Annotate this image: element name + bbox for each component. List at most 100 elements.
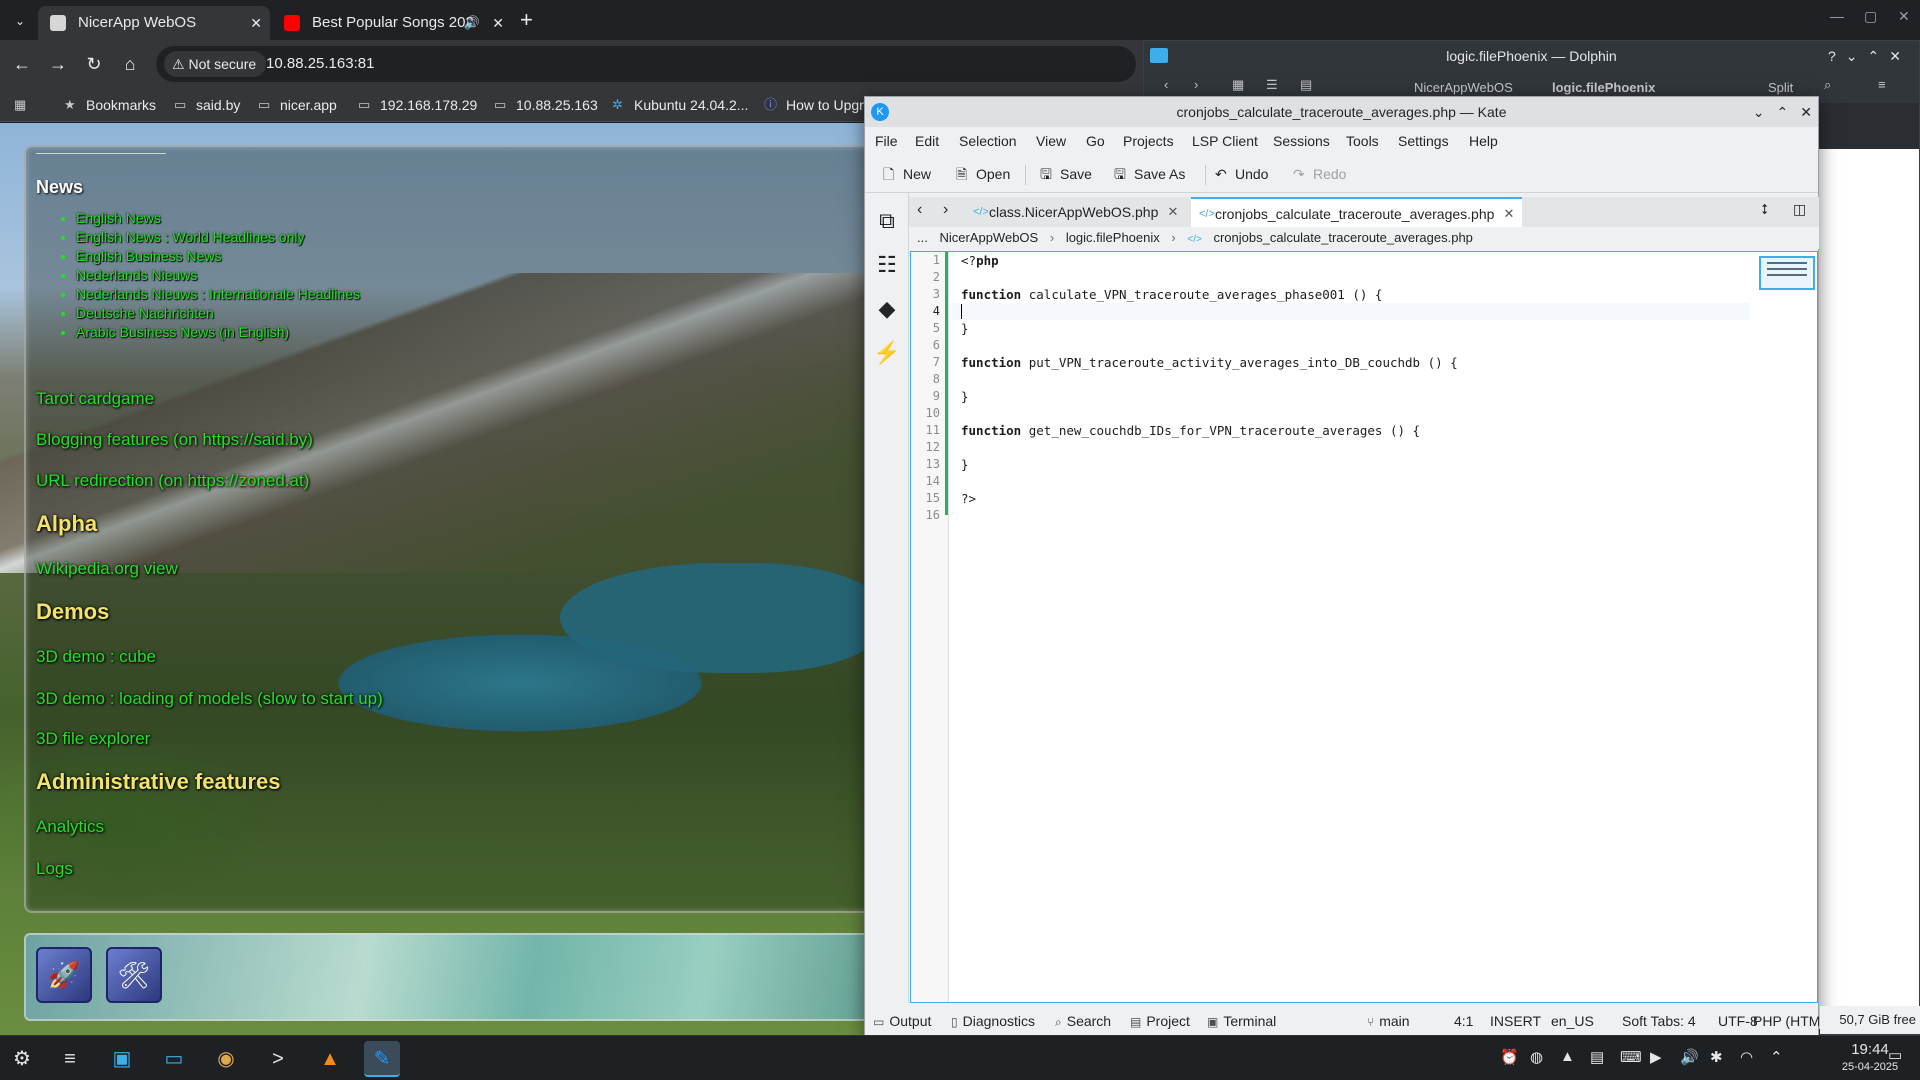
rocket-icon[interactable]: 🚀 [36, 947, 92, 1003]
home-icon[interactable]: ⌂ [118, 52, 142, 76]
menu-tools[interactable]: Tools [1346, 127, 1379, 155]
open-button[interactable]: 🗎 Open [956, 163, 1010, 185]
breadcrumb-nicerappwebos[interactable]: NicerAppWebOS [1414, 80, 1513, 95]
logs-link[interactable]: Logs [36, 859, 73, 879]
tab-class-nicerappwebos[interactable]: </> class.NicerAppWebOS.php ✕ [965, 197, 1186, 227]
save-button[interactable]: 🖫 Save [1040, 163, 1092, 185]
new-tab-button[interactable]: + [520, 8, 533, 32]
demo-cube-link[interactable]: 3D demo : cube [36, 647, 156, 667]
symbols-list-icon[interactable]: ☷ [873, 251, 901, 279]
vpn-icon[interactable]: ◍ [1530, 1048, 1543, 1066]
updates-icon[interactable]: ▲ [1560, 1048, 1575, 1065]
menu-file[interactable]: File [875, 127, 898, 155]
minimize-icon[interactable]: ⌄ [1753, 104, 1765, 120]
tray-expand-icon[interactable]: ⌃ [1770, 1048, 1783, 1066]
bookmark-said-by[interactable]: ▭ said.by [174, 88, 240, 122]
git-icon[interactable]: ◆ [873, 295, 901, 323]
reload-icon[interactable]: ↻ [82, 52, 106, 76]
news-link[interactable]: English News [76, 209, 360, 228]
documents-icon[interactable]: ⧉ [873, 207, 901, 235]
news-link[interactable]: English News : World Headlines only [76, 228, 360, 247]
split-button[interactable]: Split [1768, 80, 1793, 95]
search-button[interactable]: ⌕ Search [1055, 1007, 1111, 1036]
kate-taskbar-icon[interactable]: ✎ [364, 1041, 400, 1077]
news-link[interactable]: English Business News [76, 247, 360, 266]
tab-next-icon[interactable]: › [943, 201, 948, 219]
bookmark-kubuntu[interactable]: ✲ Kubuntu 24.04.2... [612, 88, 748, 122]
code-line[interactable]: function put_VPN_traceroute_activity_ave… [961, 354, 1458, 371]
bookmark-10-88[interactable]: ▭ 10.88.25.163 [494, 88, 598, 122]
close-window-icon[interactable]: ✕ [1898, 8, 1910, 25]
wikipedia-link[interactable]: Wikipedia.org view [36, 559, 178, 579]
tab-nicerapp[interactable]: NicerApp WebOS ✕ [38, 6, 270, 40]
wifi-icon[interactable]: ◠ [1740, 1048, 1753, 1066]
code-line[interactable]: } [961, 456, 969, 473]
breadcrumb-file[interactable]: cronjobs_calculate_traceroute_averages.p… [1213, 230, 1472, 245]
close-icon[interactable]: ✕ [1167, 197, 1178, 227]
maximize-icon[interactable]: ⌃ [1777, 104, 1789, 120]
url-text[interactable]: 10.88.25.163:81 [266, 46, 374, 82]
code-line[interactable]: function calculate_VPN_traceroute_averag… [961, 286, 1382, 303]
minimap[interactable] [1759, 256, 1815, 290]
menu-view[interactable]: View [1036, 127, 1066, 155]
menu-lsp-client[interactable]: LSP Client [1192, 127, 1258, 155]
news-link[interactable]: Arabic Business News (in English) [76, 323, 360, 342]
chrome-icon[interactable]: ◉ [208, 1041, 244, 1077]
maximize-icon[interactable]: ▢ [1864, 8, 1877, 25]
analytics-link[interactable]: Analytics [36, 817, 104, 837]
speaker-icon[interactable]: 🔊 [464, 6, 480, 40]
url-redirect-link[interactable]: URL redirection (on https://zoned.at) [36, 471, 309, 491]
close-icon[interactable]: ✕ [250, 6, 262, 40]
tab-cronjobs[interactable]: </> cronjobs_calculate_traceroute_averag… [1191, 197, 1523, 229]
forward-arrow-icon[interactable]: › [1194, 77, 1198, 92]
tab-list-icon[interactable]: ⭥ [1761, 201, 1769, 218]
bookmark-how-to[interactable]: ⓘ How to Upgr [764, 88, 864, 122]
notifications-icon[interactable]: ⏰ [1500, 1048, 1519, 1066]
breadcrumb-logic-filephoenix[interactable]: logic.filePhoenix [1066, 230, 1160, 245]
bluetooth-icon[interactable]: ✱ [1710, 1048, 1723, 1066]
menu-edit[interactable]: Edit [915, 127, 939, 155]
tab-prev-icon[interactable]: ‹ [917, 201, 922, 219]
code-line[interactable]: } [961, 388, 969, 405]
tools-icon[interactable]: 🛠 [106, 947, 162, 1003]
back-arrow-icon[interactable]: ← [10, 52, 34, 76]
news-link[interactable]: Nederlands Nieuws : Internationale Headl… [76, 285, 360, 304]
news-link[interactable]: Deutsche Nachrichten [76, 304, 360, 323]
back-arrow-icon[interactable]: ‹ [1164, 77, 1168, 92]
tab-youtube[interactable]: Best Popular Songs 202 🔊 ✕ [272, 6, 512, 40]
window-controls[interactable]: ?⌄⌃✕ [1828, 41, 1911, 71]
new-button[interactable]: 🗋 New [883, 163, 931, 185]
encoding[interactable]: UTF-8 [1718, 1007, 1758, 1035]
address-bar[interactable]: ⚠ Not secure 10.88.25.163:81 [156, 46, 1136, 82]
dolphin-file-view[interactable] [1819, 149, 1919, 1029]
save-as-button[interactable]: 🖫 Save As [1114, 163, 1185, 185]
menu-settings[interactable]: Settings [1398, 127, 1449, 155]
demo-models-link[interactable]: 3D demo : loading of models (slow to sta… [36, 689, 383, 709]
bookmark-bookmarks[interactable]: ★ Bookmarks [64, 88, 156, 122]
media-player-icon[interactable]: ▶ [1650, 1048, 1662, 1066]
tarot-link[interactable]: Tarot cardgame [36, 389, 154, 409]
close-icon[interactable]: ✕ [492, 6, 504, 40]
undo-button[interactable]: ↶ Undo [1215, 163, 1268, 185]
menu-help[interactable]: Help [1469, 127, 1498, 155]
vlc-icon[interactable]: ▲ [312, 1041, 348, 1077]
close-icon[interactable]: ✕ [1800, 104, 1812, 120]
bookmark-192[interactable]: ▭ 192.168.178.29 [358, 88, 477, 122]
menu-sessions[interactable]: Sessions [1273, 127, 1330, 155]
projects-icon[interactable]: ⚡ [873, 339, 901, 367]
dolphin-taskbar-icon[interactable]: ▭ [156, 1041, 192, 1077]
not-secure-badge[interactable]: ⚠ Not secure [164, 51, 267, 77]
file-explorer-link[interactable]: 3D file explorer [36, 729, 150, 749]
minimize-icon[interactable]: — [1830, 8, 1844, 24]
git-branch[interactable]: ⑂ main [1367, 1007, 1410, 1036]
code-line[interactable]: <?php [961, 252, 999, 269]
cursor-position[interactable]: 4:1 [1454, 1007, 1473, 1035]
indentation[interactable]: Soft Tabs: 4 [1622, 1007, 1696, 1035]
terminal-button[interactable]: ▣ Terminal [1207, 1007, 1276, 1036]
project-button[interactable]: ▤ Project [1130, 1007, 1190, 1036]
split-view-icon[interactable]: ◫ [1793, 201, 1806, 218]
keyboard-icon[interactable]: ⌨ [1620, 1048, 1642, 1066]
close-icon[interactable]: ✕ [1504, 199, 1515, 229]
compact-view-icon[interactable]: ▤ [1300, 77, 1312, 93]
show-desktop-icon[interactable]: ▭ [1888, 1046, 1902, 1064]
